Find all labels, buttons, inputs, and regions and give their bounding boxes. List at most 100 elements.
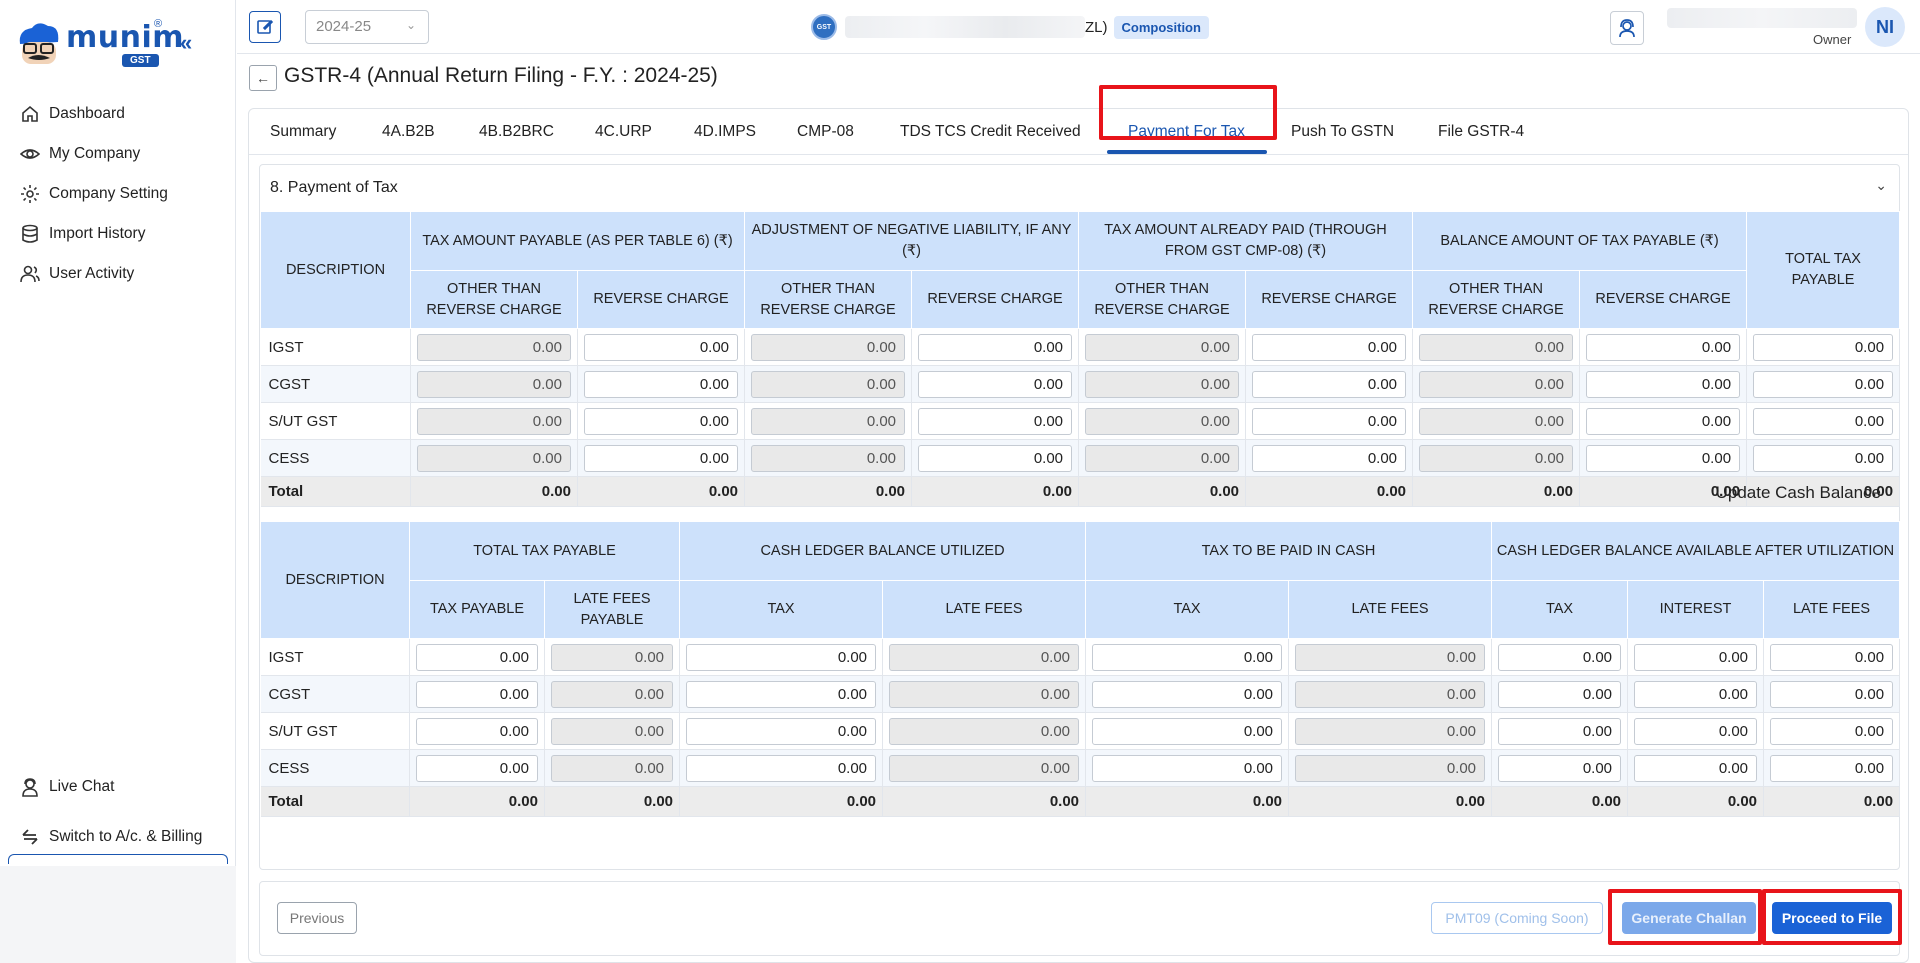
tab-push-to-gstn[interactable]: Push To GSTN (1291, 123, 1394, 141)
edit-company-button[interactable] (249, 11, 281, 43)
amount-input[interactable] (1092, 717, 1283, 745)
sidebar-item-company-setting[interactable]: Company Setting (20, 174, 168, 214)
tab-payment-for-tax[interactable]: Payment For Tax (1128, 123, 1245, 141)
sidebar-item-dashboard[interactable]: Dashboard (20, 94, 168, 134)
amount-input[interactable] (416, 643, 538, 671)
collapse-sidebar-icon[interactable]: « (180, 32, 204, 56)
amount-input[interactable] (1770, 643, 1894, 671)
amount-input[interactable] (1586, 370, 1741, 398)
previous-button[interactable]: Previous (277, 902, 357, 934)
company-info: GST ZL) Composition (811, 12, 1209, 42)
logo-gst-badge: GST (122, 54, 159, 67)
panel-header[interactable]: 8. Payment of Tax ⌄ (260, 165, 1899, 210)
generate-challan-button[interactable]: Generate Challan (1622, 902, 1756, 934)
amount-input[interactable] (686, 717, 877, 745)
sidebar-item-label: My Company (49, 145, 141, 162)
sub-header: INTEREST (1627, 580, 1765, 639)
back-button[interactable]: ← (249, 65, 277, 91)
total-value: 0.00 (1491, 786, 1629, 817)
amount-input[interactable] (1092, 680, 1283, 708)
amount-input[interactable] (1586, 407, 1741, 435)
amount-input[interactable] (1634, 680, 1758, 708)
amount-input[interactable] (1498, 717, 1622, 745)
amount-input[interactable] (1252, 333, 1407, 361)
amount-input[interactable] (1770, 680, 1894, 708)
tab-summary[interactable]: Summary (270, 123, 336, 141)
sidebar-item-user-activity[interactable]: User Activity (20, 254, 168, 294)
table-cell (1288, 675, 1493, 713)
logo-registered-mark: ® (154, 18, 163, 30)
amount-input[interactable] (918, 444, 1073, 472)
edit-icon (257, 19, 274, 34)
amount-input[interactable] (1770, 754, 1894, 782)
amount-input[interactable] (918, 333, 1073, 361)
table-cell (1245, 328, 1414, 366)
table-cell (1078, 328, 1247, 366)
amount-input[interactable] (416, 717, 538, 745)
amount-input[interactable] (1634, 717, 1758, 745)
avatar[interactable]: NI (1865, 7, 1905, 47)
amount-input[interactable] (1498, 680, 1622, 708)
table-cell (1627, 749, 1765, 787)
table-row: S/UT GST (260, 712, 1901, 750)
amount-input[interactable] (686, 643, 877, 671)
amount-input[interactable] (1753, 370, 1894, 398)
support-button[interactable] (1610, 11, 1644, 45)
amount-input (1419, 444, 1574, 472)
total-value: 0.00 (1288, 786, 1493, 817)
amount-input[interactable] (1753, 444, 1894, 472)
sidebar: munim ® GST « Dashboard My Company Compa… (0, 0, 236, 963)
update-cash-balance-link[interactable]: Update Cash Balance (1716, 483, 1881, 503)
munim-logo[interactable]: munim ® GST (12, 18, 184, 70)
amount-input[interactable] (1753, 333, 1894, 361)
row-label: CGST (260, 675, 410, 713)
amount-input[interactable] (1092, 643, 1283, 671)
amount-input[interactable] (584, 444, 739, 472)
total-value: 0.00 (1085, 786, 1290, 817)
amount-input[interactable] (584, 333, 739, 361)
amount-input[interactable] (1498, 754, 1622, 782)
amount-input[interactable] (1586, 444, 1741, 472)
table-cell (911, 402, 1080, 440)
amount-input[interactable] (686, 754, 877, 782)
sidebar-item-import-history[interactable]: Import History (20, 214, 168, 254)
active-tab-indicator (1107, 150, 1267, 154)
amount-input[interactable] (416, 680, 538, 708)
sidebar-item-my-company[interactable]: My Company (20, 134, 168, 174)
table-row: S/UT GST (260, 402, 1901, 440)
amount-input[interactable] (1770, 717, 1894, 745)
amount-input[interactable] (416, 754, 538, 782)
amount-input[interactable] (1634, 754, 1758, 782)
group-header: TAX AMOUNT PAYABLE (AS PER TABLE 6) (₹) (409, 211, 746, 271)
amount-input[interactable] (1252, 370, 1407, 398)
tab-4b-b2brc[interactable]: 4B.B2BRC (479, 123, 554, 141)
amount-input[interactable] (1753, 407, 1894, 435)
tab-4a-b2b[interactable]: 4A.B2B (382, 123, 435, 141)
amount-input[interactable] (1586, 333, 1741, 361)
amount-input[interactable] (1092, 754, 1283, 782)
amount-input[interactable] (918, 407, 1073, 435)
amount-input[interactable] (918, 370, 1073, 398)
tab-file-gstr4[interactable]: File GSTR-4 (1438, 123, 1524, 141)
action-footer: Previous PMT09 (Coming Soon) Generate Ch… (259, 881, 1902, 956)
amount-input[interactable] (584, 407, 739, 435)
table-cell (1245, 365, 1414, 403)
amount-input (751, 407, 906, 435)
amount-input[interactable] (1498, 643, 1622, 671)
amount-input[interactable] (1252, 444, 1407, 472)
financial-year-select[interactable]: 2024-25 ⌄ (305, 10, 429, 44)
table-cell (1746, 365, 1901, 403)
table-cell (1763, 638, 1901, 676)
tab-4d-imps[interactable]: 4D.IMPS (694, 123, 756, 141)
amount-input[interactable] (1252, 407, 1407, 435)
amount-input[interactable] (584, 370, 739, 398)
amount-input (417, 333, 571, 361)
proceed-to-file-button[interactable]: Proceed to File (1772, 902, 1892, 934)
amount-input[interactable] (1634, 643, 1758, 671)
tab-4c-urp[interactable]: 4C.URP (595, 123, 652, 141)
pmt09-button[interactable]: PMT09 (Coming Soon) (1431, 902, 1603, 934)
tab-tds-tcs-credit[interactable]: TDS TCS Credit Received (900, 123, 1081, 141)
sidebar-item-live-chat[interactable]: Live Chat (20, 762, 202, 812)
amount-input[interactable] (686, 680, 877, 708)
tab-cmp-08[interactable]: CMP-08 (797, 123, 854, 141)
